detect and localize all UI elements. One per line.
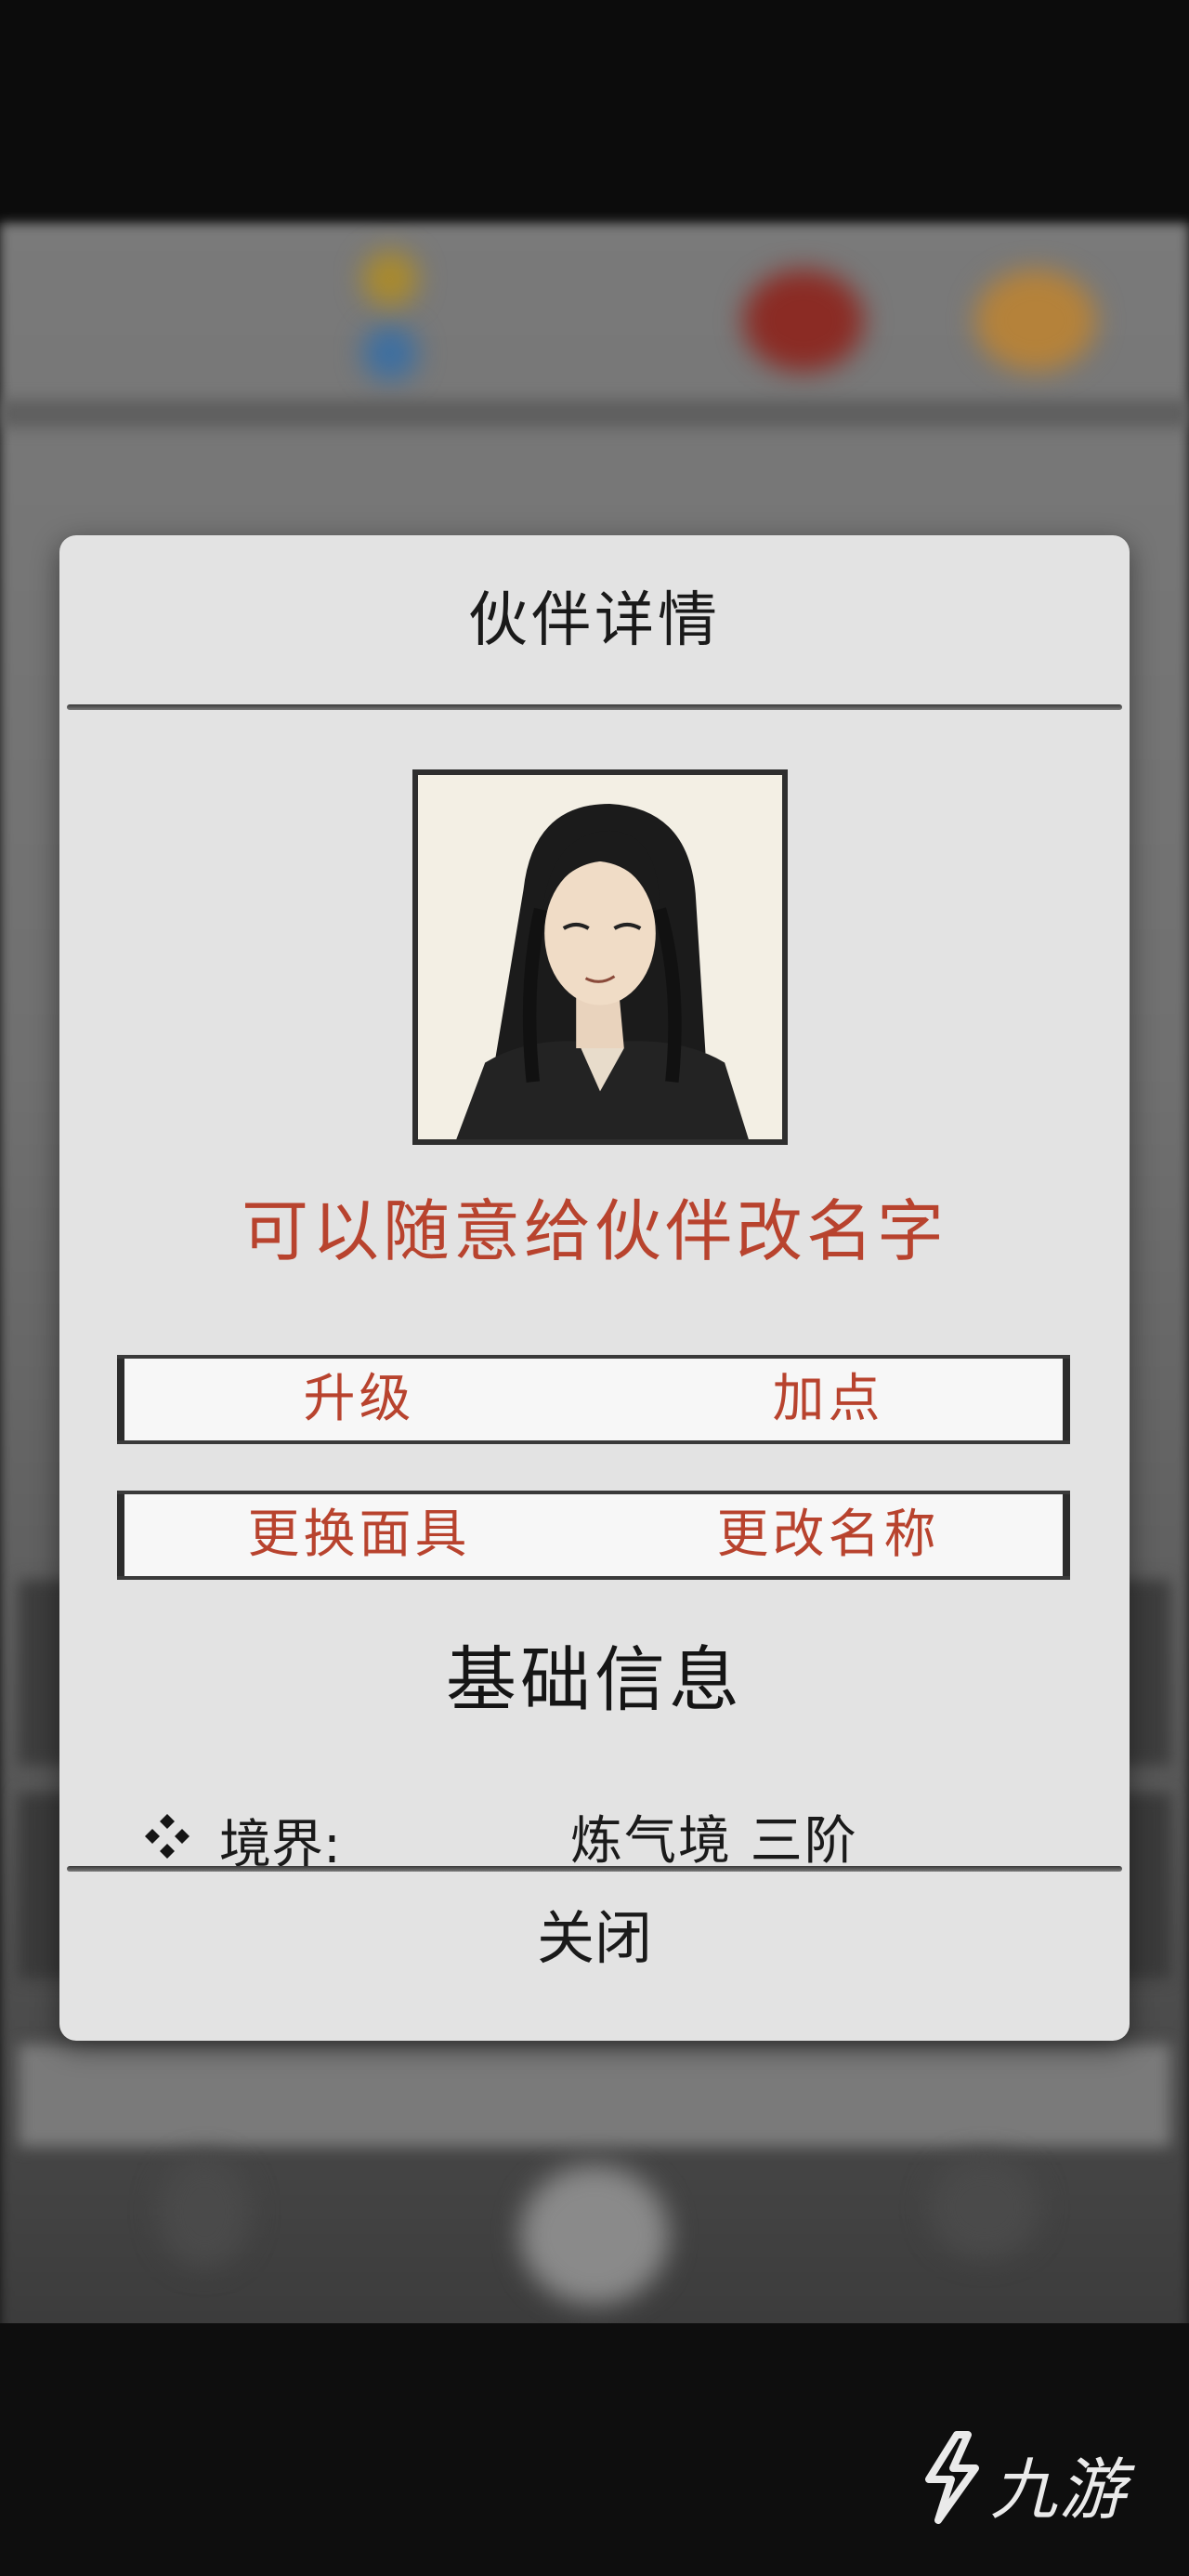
top-black-band <box>0 0 1189 223</box>
close-button[interactable]: 关闭 <box>59 1873 1130 2041</box>
blurred-bar <box>0 400 1189 427</box>
blurred-nav-icon <box>929 2156 1040 2258</box>
watermark: 九游 <box>910 2425 1161 2529</box>
blurred-coin-icon <box>975 269 1096 372</box>
change-mask-button[interactable]: 更换面具 <box>124 1491 594 1580</box>
blurred-nav-icon <box>158 2156 251 2267</box>
companion-portrait-image <box>418 775 782 1139</box>
blurred-gold-icon <box>362 251 418 307</box>
basic-info-heading: 基础信息 <box>446 1638 743 1721</box>
blurred-gem-icon <box>362 325 418 381</box>
upgrade-button[interactable]: 升级 <box>124 1355 594 1444</box>
action-row-2: 更换面具 更改名称 <box>117 1491 1070 1580</box>
companion-portrait <box>412 769 788 1145</box>
blurred-nav-icon <box>520 2165 669 2305</box>
rename-tip-text: 可以随意给伙伴改名字 <box>241 1192 947 1270</box>
rename-button[interactable]: 更改名称 <box>594 1491 1063 1580</box>
blurred-heart-icon <box>743 269 864 372</box>
blurred-tab-bar <box>19 2044 1170 2147</box>
diamond-bullet-icon <box>145 1814 189 1859</box>
realm-value: 炼气境 三阶 <box>570 1811 858 1872</box>
dialog-title: 伙伴详情 <box>468 586 721 655</box>
close-divider <box>67 1866 1122 1872</box>
companion-detail-dialog: 伙伴详情 可以随意给伙伴改名字 升级 加点 更换面具 更改名称 基础信息 境界:… <box>59 535 1130 2041</box>
realm-info-row: 境界: 炼气境 三阶 <box>143 1799 1072 1875</box>
nine-game-logo-icon <box>925 2431 979 2524</box>
add-points-button[interactable]: 加点 <box>594 1355 1063 1444</box>
action-row-1: 升级 加点 <box>117 1355 1070 1444</box>
title-divider <box>67 704 1122 710</box>
watermark-text: 九游 <box>990 2451 1129 2529</box>
